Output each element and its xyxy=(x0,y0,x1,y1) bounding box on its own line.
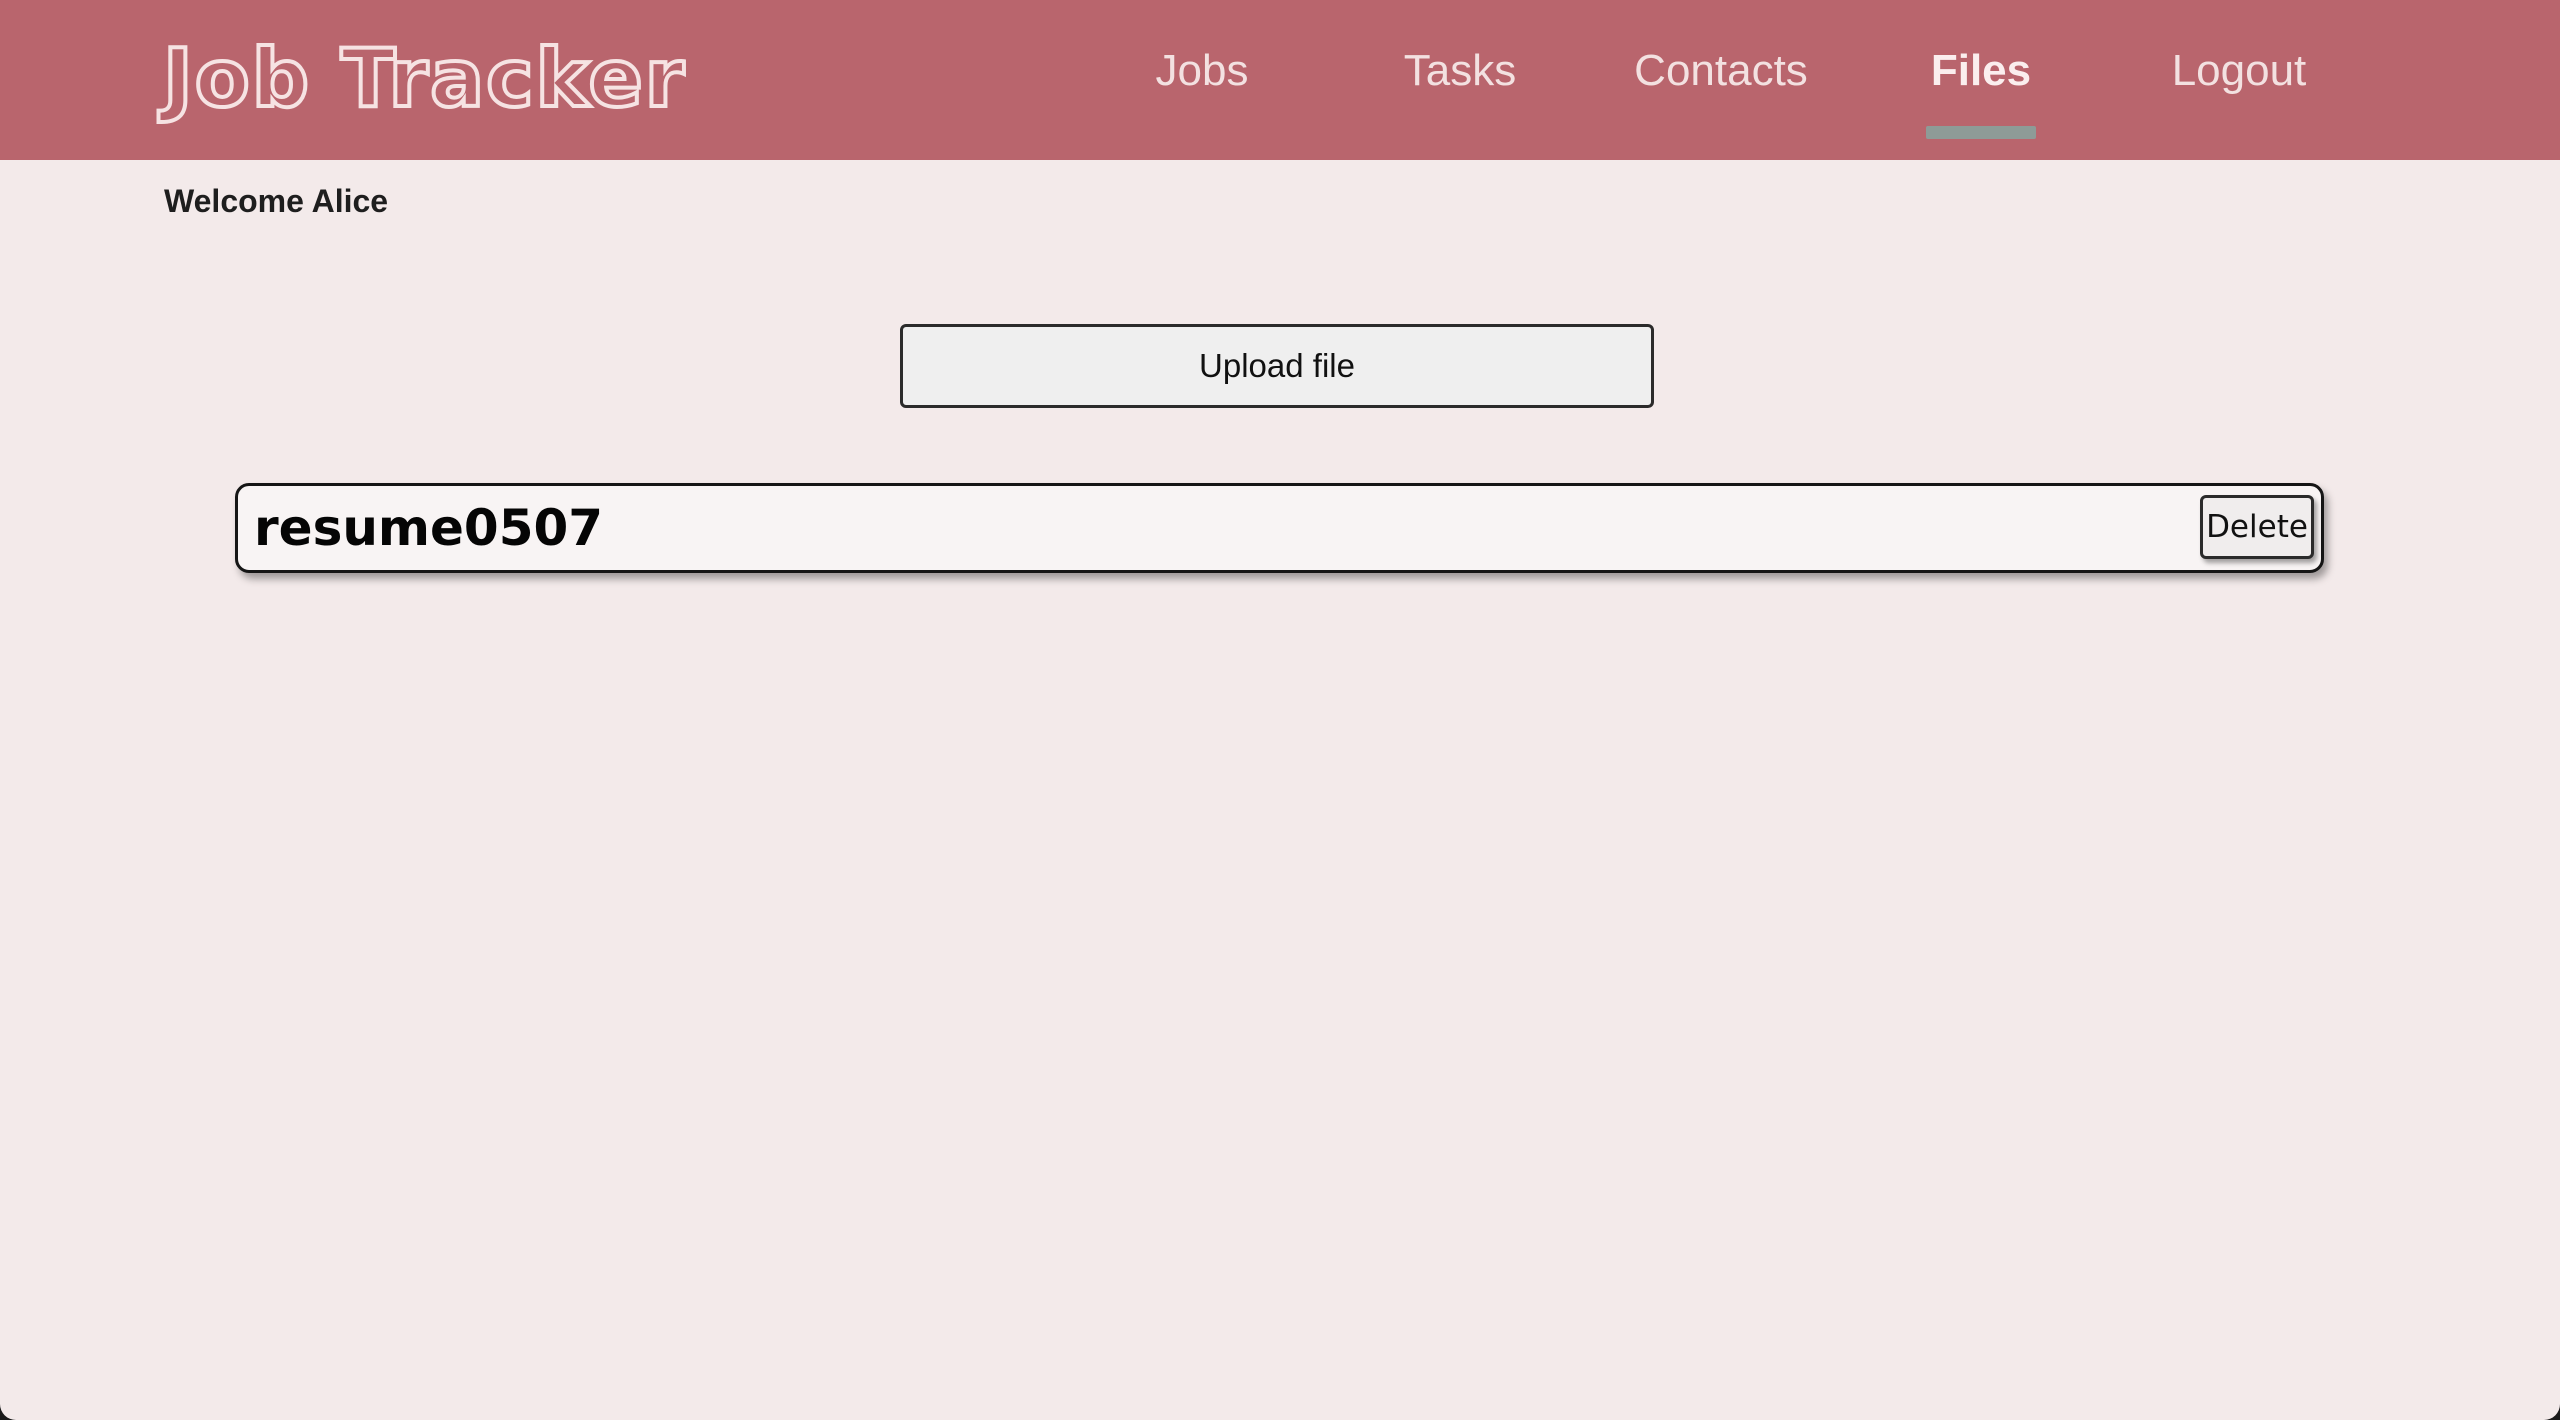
file-name[interactable]: resume0507 xyxy=(254,486,603,570)
nav-item-tasks[interactable]: Tasks xyxy=(1400,36,1520,106)
delete-file-button[interactable]: Delete xyxy=(2200,495,2314,559)
file-list-item: resume0507 Delete xyxy=(235,483,2324,573)
nav-item-files[interactable]: Files xyxy=(1916,36,2046,106)
nav-item-logout[interactable]: Logout xyxy=(2164,36,2314,106)
app-window: Job Tracker Jobs Tasks Contacts Files Lo… xyxy=(0,0,2560,1420)
active-tab-indicator xyxy=(1926,126,2036,139)
nav-item-contacts[interactable]: Contacts xyxy=(1626,36,1816,106)
nav-item-jobs[interactable]: Jobs xyxy=(1152,36,1252,106)
upload-file-button[interactable]: Upload file xyxy=(900,324,1654,408)
welcome-message: Welcome Alice xyxy=(164,183,389,219)
app-logo[interactable]: Job Tracker xyxy=(161,24,686,134)
top-navbar: Job Tracker Jobs Tasks Contacts Files Lo… xyxy=(0,0,2560,160)
